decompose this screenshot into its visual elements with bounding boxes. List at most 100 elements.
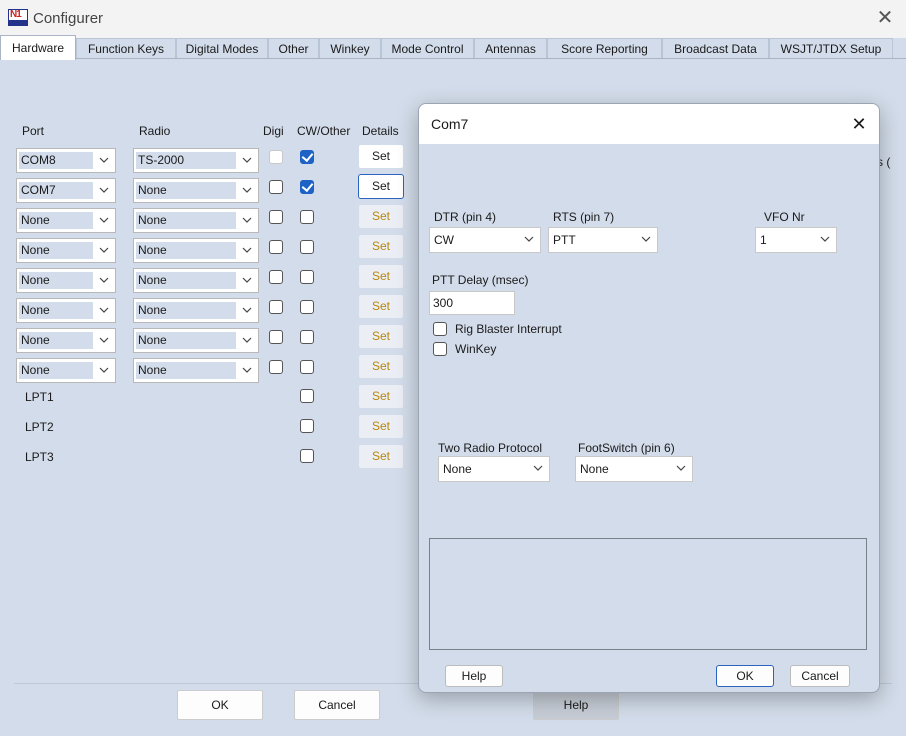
details-set-button[interactable]: Set: [358, 144, 404, 169]
port-select[interactable]: None: [16, 238, 116, 263]
digi-checkbox[interactable]: [269, 300, 283, 314]
chevron-down-icon: [242, 215, 252, 225]
radio-select[interactable]: None: [133, 328, 259, 353]
tab-hardware[interactable]: Hardware: [0, 35, 76, 60]
cw-other-checkbox[interactable]: [300, 389, 314, 403]
port-select-value: None: [19, 272, 93, 289]
port-select[interactable]: None: [16, 358, 116, 383]
winkey-label: WinKey: [455, 342, 497, 356]
radio-select[interactable]: None: [133, 208, 259, 233]
rig-blaster-checkbox[interactable]: [433, 322, 447, 336]
n1mm-logo-icon: N1: [8, 9, 28, 26]
tab-function-keys[interactable]: Function Keys: [76, 38, 176, 59]
tab-winkey[interactable]: Winkey: [319, 38, 381, 59]
details-set-button[interactable]: Set: [358, 174, 404, 199]
digi-checkbox[interactable]: [269, 360, 283, 374]
cw-other-checkbox[interactable]: [300, 330, 314, 344]
cw-other-checkbox[interactable]: [300, 180, 314, 194]
port-select[interactable]: COM8: [16, 148, 116, 173]
details-set-button[interactable]: Set: [358, 384, 404, 409]
dialog-ok-button[interactable]: OK: [716, 665, 774, 687]
tab-digital-modes[interactable]: Digital Modes: [176, 38, 268, 59]
radio-select[interactable]: None: [133, 358, 259, 383]
details-set-button[interactable]: Set: [358, 324, 404, 349]
chevron-down-icon: [242, 275, 252, 285]
details-set-button[interactable]: Set: [358, 264, 404, 289]
cancel-button[interactable]: Cancel: [294, 690, 380, 720]
help-button[interactable]: Help: [533, 690, 619, 720]
radio-select-value: None: [136, 182, 236, 199]
tab-wsjt-jtdx-setup[interactable]: WSJT/JTDX Setup: [769, 38, 893, 59]
dialog-close-icon[interactable]: ✕: [847, 112, 871, 136]
footswitch-label: FootSwitch (pin 6): [578, 441, 675, 455]
tab-score-reporting[interactable]: Score Reporting: [547, 38, 662, 59]
chevron-down-icon: [533, 463, 543, 473]
vfo-value: 1: [760, 233, 767, 247]
port-select[interactable]: COM7: [16, 178, 116, 203]
cw-other-checkbox[interactable]: [300, 240, 314, 254]
digi-checkbox[interactable]: [269, 270, 283, 284]
dialog-help-button[interactable]: Help: [445, 665, 503, 687]
radio-select[interactable]: TS-2000: [133, 148, 259, 173]
dialog-cancel-button[interactable]: Cancel: [790, 665, 850, 687]
window-close-icon[interactable]: ✕: [870, 6, 900, 32]
cw-other-checkbox[interactable]: [300, 210, 314, 224]
port-select[interactable]: None: [16, 208, 116, 233]
rts-select[interactable]: PTT: [548, 227, 658, 253]
digi-checkbox[interactable]: [269, 330, 283, 344]
radio-select[interactable]: None: [133, 178, 259, 203]
port-select[interactable]: None: [16, 328, 116, 353]
radio-column-header: Radio: [139, 124, 171, 138]
dtr-select[interactable]: CW: [429, 227, 541, 253]
vfo-select[interactable]: 1: [755, 227, 837, 253]
ptt-delay-label: PTT Delay (msec): [432, 273, 529, 287]
cw-other-checkbox[interactable]: [300, 449, 314, 463]
tab-other[interactable]: Other: [268, 38, 319, 59]
dtr-value: CW: [434, 233, 454, 247]
ok-button[interactable]: OK: [177, 690, 263, 720]
two-radio-protocol-select[interactable]: None: [438, 456, 550, 482]
details-set-button[interactable]: Set: [358, 414, 404, 439]
cw-other-checkbox[interactable]: [300, 270, 314, 284]
details-set-button[interactable]: Set: [358, 204, 404, 229]
radio-select-value: None: [136, 242, 236, 259]
footswitch-select[interactable]: None: [575, 456, 693, 482]
digi-checkbox[interactable]: [269, 150, 283, 164]
radio-select[interactable]: None: [133, 238, 259, 263]
cw-other-checkbox[interactable]: [300, 360, 314, 374]
chevron-down-icon: [242, 365, 252, 375]
chevron-down-icon: [99, 335, 109, 345]
chevron-down-icon: [820, 234, 830, 244]
ptt-delay-input[interactable]: 300: [429, 291, 515, 315]
chevron-down-icon: [99, 365, 109, 375]
radio-select-value: None: [136, 272, 236, 289]
chevron-down-icon: [524, 234, 534, 244]
chevron-down-icon: [99, 185, 109, 195]
digi-checkbox[interactable]: [269, 240, 283, 254]
port-select-value: None: [19, 242, 93, 259]
details-set-button[interactable]: Set: [358, 234, 404, 259]
winkey-checkbox[interactable]: [433, 342, 447, 356]
port-select[interactable]: None: [16, 268, 116, 293]
radio-select[interactable]: None: [133, 268, 259, 293]
lpt-label: LPT1: [25, 390, 54, 404]
radio-select-value: None: [136, 362, 236, 379]
details-set-button[interactable]: Set: [358, 444, 404, 469]
tab-antennas[interactable]: Antennas: [474, 38, 547, 59]
radio-select[interactable]: None: [133, 298, 259, 323]
radio-select-value: TS-2000: [136, 152, 236, 169]
cw-other-checkbox[interactable]: [300, 419, 314, 433]
cw-other-checkbox[interactable]: [300, 150, 314, 164]
chevron-down-icon: [641, 234, 651, 244]
port-select[interactable]: None: [16, 298, 116, 323]
details-set-button[interactable]: Set: [358, 354, 404, 379]
digi-checkbox[interactable]: [269, 210, 283, 224]
tab-broadcast-data[interactable]: Broadcast Data: [662, 38, 769, 59]
tab-mode-control[interactable]: Mode Control: [381, 38, 474, 59]
details-set-button[interactable]: Set: [358, 294, 404, 319]
chevron-down-icon: [242, 335, 252, 345]
com7-dialog: Com7 ✕ DTR (pin 4) CW RTS (pin 7) PTT VF…: [418, 103, 880, 693]
digi-checkbox[interactable]: [269, 180, 283, 194]
cw-other-checkbox[interactable]: [300, 300, 314, 314]
vfo-label: VFO Nr: [764, 210, 805, 224]
